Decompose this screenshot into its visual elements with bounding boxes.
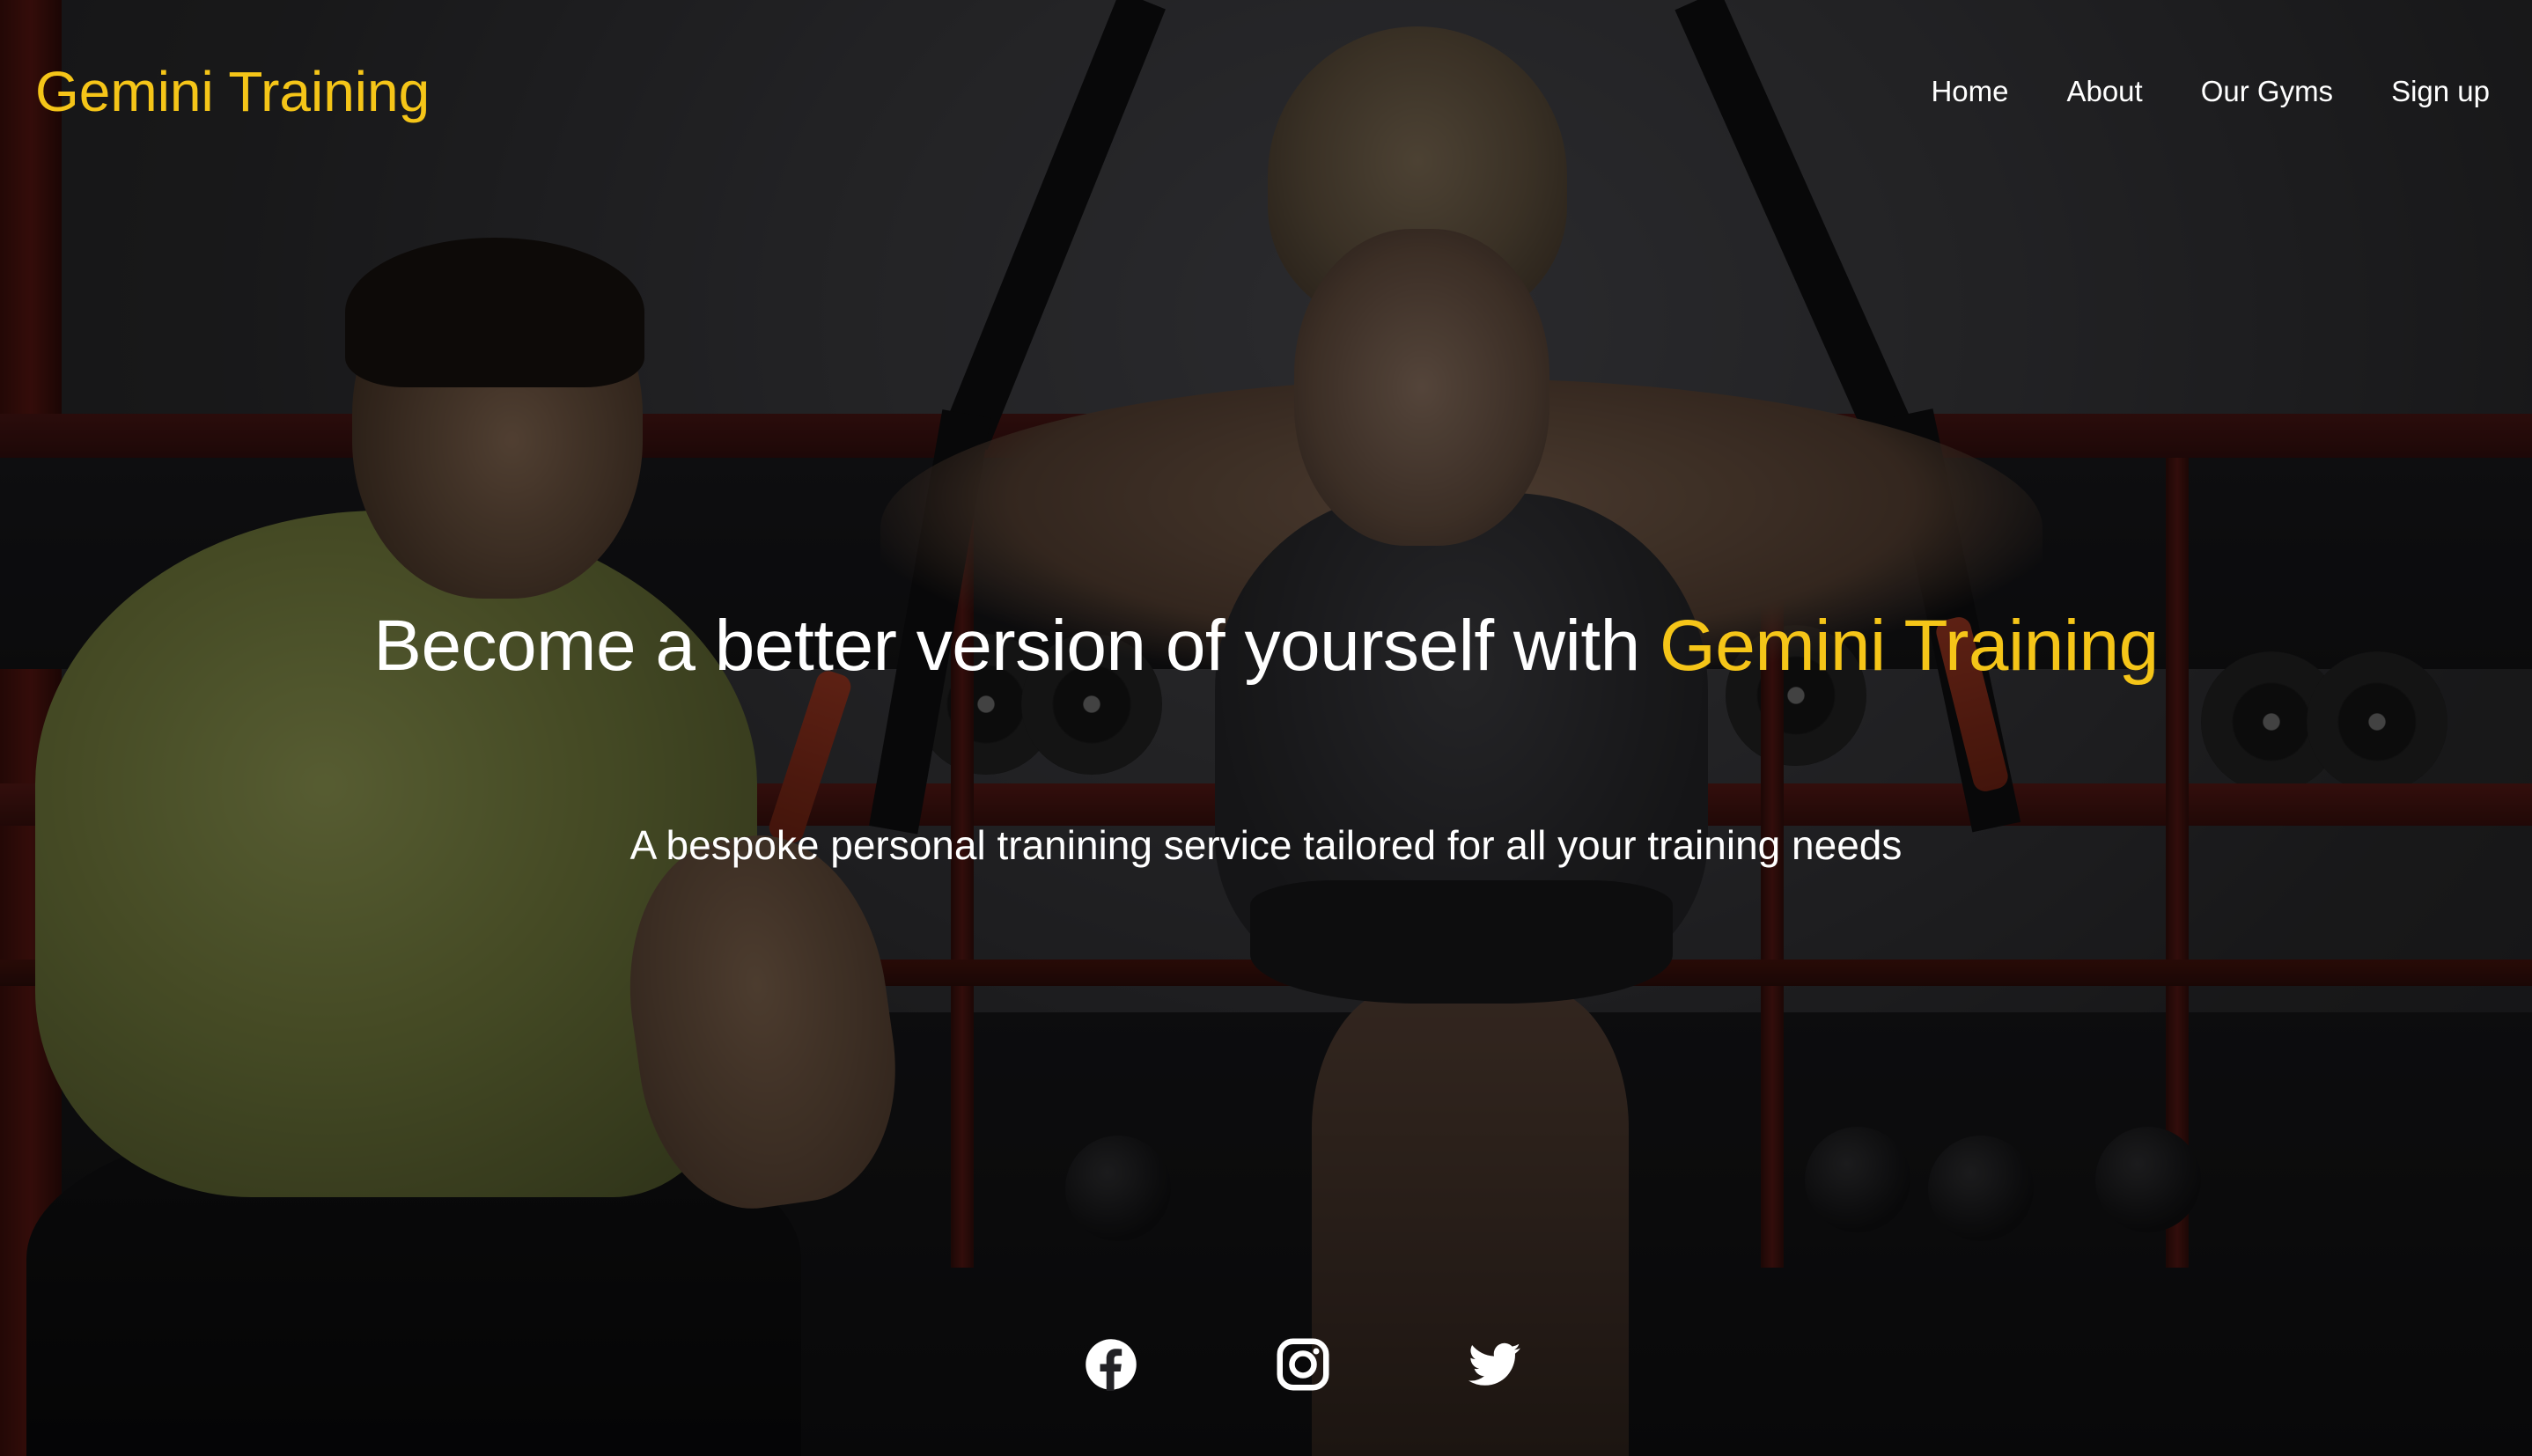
- nav-link-sign-up[interactable]: Sign up: [2391, 75, 2490, 107]
- hero-content: Become a better version of yourself with…: [0, 0, 2532, 1456]
- nav-item-our-gyms: Our Gyms: [2201, 72, 2333, 111]
- hero-section: Gemini Training Home About Our Gyms Sign…: [0, 0, 2532, 1456]
- nav-item-about: About: [2066, 72, 2142, 111]
- nav-link-our-gyms[interactable]: Our Gyms: [2201, 75, 2333, 107]
- nav-item-sign-up: Sign up: [2391, 72, 2490, 111]
- facebook-link[interactable]: [1085, 1338, 1137, 1391]
- nav-item-home: Home: [1931, 72, 2008, 111]
- instagram-link[interactable]: [1277, 1338, 1329, 1391]
- twitter-link[interactable]: [1468, 1338, 1521, 1391]
- facebook-icon: [1086, 1339, 1137, 1391]
- nav-menu: Home About Our Gyms Sign up: [1931, 72, 2490, 111]
- brand-logo-link[interactable]: Gemini Training: [35, 58, 430, 125]
- instagram-icon: [1277, 1338, 1329, 1391]
- hero-headline-highlight: Gemini Training: [1660, 606, 2159, 686]
- navbar: Gemini Training Home About Our Gyms Sign…: [0, 0, 2532, 185]
- nav-link-home[interactable]: Home: [1931, 75, 2008, 107]
- twitter-icon: [1468, 1342, 1520, 1386]
- nav-link-about[interactable]: About: [2066, 75, 2142, 107]
- hero-subheadline: A bespoke personal tranining service tai…: [629, 822, 1903, 868]
- social-links: [1085, 1338, 1521, 1391]
- hero-headline: Become a better version of yourself with…: [0, 602, 2532, 690]
- hero-headline-text: Become a better version of yourself with: [373, 606, 1660, 686]
